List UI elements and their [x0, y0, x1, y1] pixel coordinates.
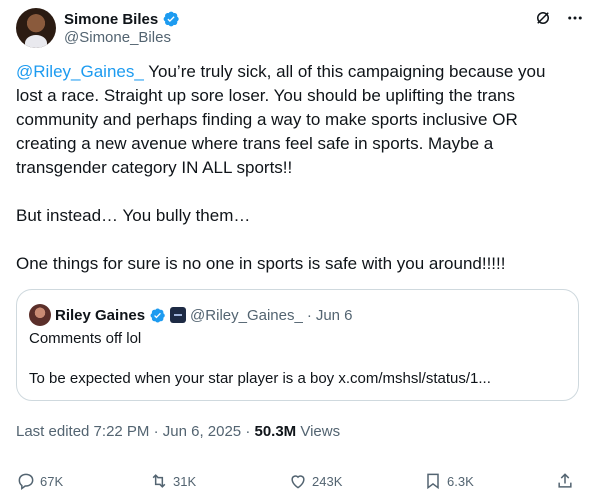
share-icon — [558, 473, 572, 488]
tweet-paragraph-3: One things for sure is no one in sports … — [16, 254, 506, 273]
verified-badge-icon — [163, 11, 179, 27]
share-button[interactable] — [555, 471, 575, 491]
verified-badge-icon — [150, 308, 165, 322]
quoted-line-1: Comments off lol — [29, 330, 142, 347]
reply-icon — [18, 473, 34, 490]
author-name-row: Simone Biles — [64, 10, 180, 28]
quoted-date-separator: · — [306, 306, 312, 324]
action-bar: 67K 31K 243K 6.3K — [16, 470, 585, 492]
bookmark-icon — [427, 473, 439, 490]
repost-icon — [152, 474, 166, 488]
repost-button[interactable]: 31K — [149, 471, 196, 491]
like-icon — [291, 475, 305, 489]
bookmark-button[interactable]: 6.3K — [423, 471, 474, 491]
tweet-header: Simone Biles @Simone_Biles — [16, 8, 585, 48]
views-label: Views — [296, 423, 341, 440]
quoted-tweet[interactable]: Riley Gaines @Riley_Gaines_ · Jun 6 Comm… — [16, 289, 579, 401]
edited-timestamp[interactable]: Last edited 7:22 PM · Jun 6, 2025 · — [16, 423, 254, 440]
repost-count: 31K — [173, 473, 197, 489]
reply-button[interactable]: 67K — [16, 471, 63, 491]
quoted-author-name: Riley Gaines — [55, 306, 146, 324]
author-handle[interactable]: @Simone_Biles — [64, 29, 171, 46]
like-button[interactable]: 243K — [288, 471, 342, 491]
tweet-text: @Riley_Gaines_ You’re truly sick, all of… — [16, 60, 576, 276]
quoted-line-2: To be expected when your star player is … — [29, 370, 491, 387]
author-name[interactable]: Simone Biles — [64, 11, 158, 28]
more-icon[interactable] — [565, 8, 585, 28]
author-avatar[interactable] — [16, 8, 56, 48]
like-count: 243K — [312, 473, 343, 489]
quoted-tweet-header: Riley Gaines @Riley_Gaines_ · Jun 6 — [29, 304, 353, 326]
quoted-author-handle: @Riley_Gaines_ — [190, 306, 303, 324]
quoted-date: Jun 6 — [315, 306, 353, 324]
tweet-meta: Last edited 7:22 PM · Jun 6, 2025 · 50.3… — [16, 423, 340, 440]
views-count: 50.3M — [254, 423, 297, 440]
affiliate-badge-icon — [170, 307, 187, 323]
grok-icon[interactable] — [533, 8, 553, 28]
quoted-author-avatar — [29, 304, 51, 326]
mention-link[interactable]: @Riley_Gaines_ — [16, 62, 144, 81]
tweet-paragraph-2: But instead… You bully them… — [16, 206, 251, 225]
bookmark-count: 6.3K — [447, 473, 474, 489]
quoted-tweet-text: Comments off lol To be expected when you… — [29, 329, 559, 389]
reply-count: 67K — [40, 473, 64, 489]
top-actions — [533, 8, 585, 28]
